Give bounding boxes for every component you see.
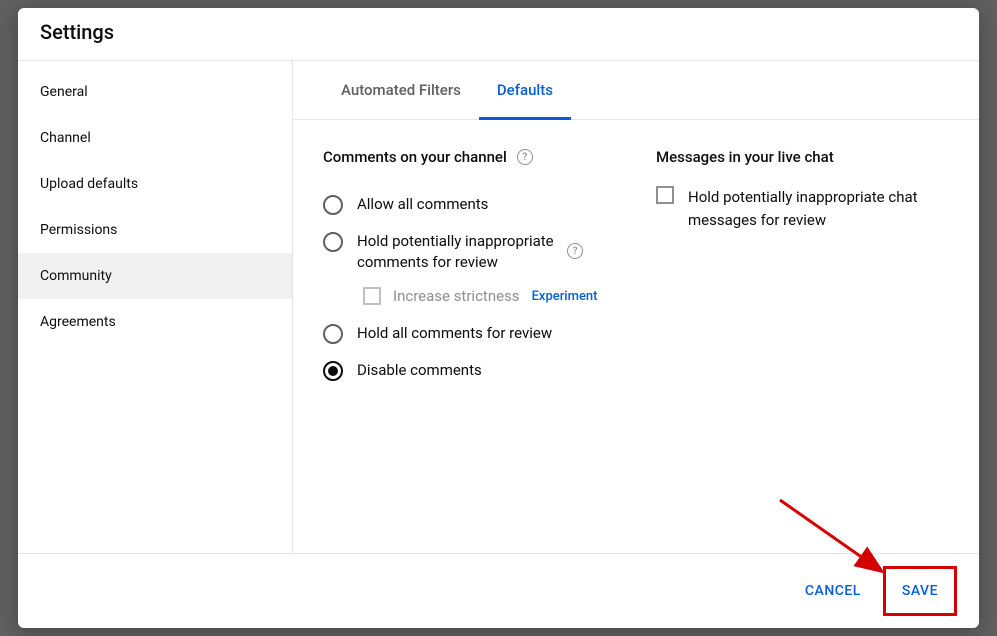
- save-button[interactable]: SAVE: [888, 574, 952, 608]
- sidebar-item-permissions[interactable]: Permissions: [18, 207, 292, 253]
- dialog-body: General Channel Upload defaults Permissi…: [18, 61, 979, 553]
- cancel-button[interactable]: CANCEL: [791, 566, 875, 616]
- livechat-column: Messages in your live chat Hold potentia…: [656, 148, 949, 525]
- checkbox-icon: [656, 186, 674, 204]
- tabs-bar: Automated Filters Defaults: [293, 61, 979, 120]
- radio-dot-icon: [328, 366, 338, 376]
- sidebar-item-upload-defaults[interactable]: Upload defaults: [18, 161, 292, 207]
- radio-icon: [323, 232, 343, 252]
- save-button-highlight: SAVE: [883, 566, 957, 616]
- dialog-header: Settings: [18, 8, 979, 61]
- comments-heading: Comments on your channel ?: [323, 148, 616, 166]
- settings-dialog: Settings General Channel Upload defaults…: [18, 8, 979, 628]
- dialog-footer: CANCEL SAVE: [18, 553, 979, 628]
- radio-hold-all[interactable]: Hold all comments for review: [323, 315, 616, 352]
- tab-defaults[interactable]: Defaults: [479, 61, 571, 120]
- checkbox-icon: [363, 287, 381, 305]
- radio-icon: [323, 195, 343, 215]
- settings-sidebar: General Channel Upload defaults Permissi…: [18, 61, 293, 553]
- radio-icon: [323, 361, 343, 381]
- livechat-heading: Messages in your live chat: [656, 148, 949, 166]
- checkbox-hold-chat-messages[interactable]: Hold potentially inappropriate chat mess…: [656, 186, 949, 231]
- defaults-panel: Comments on your channel ? Allow all com…: [293, 120, 979, 553]
- sidebar-item-community[interactable]: Community: [18, 253, 292, 299]
- help-icon[interactable]: ?: [567, 243, 583, 259]
- experiment-badge: Experiment: [532, 289, 598, 304]
- sidebar-item-channel[interactable]: Channel: [18, 115, 292, 161]
- sidebar-item-agreements[interactable]: Agreements: [18, 299, 292, 345]
- radio-allow-all[interactable]: Allow all comments: [323, 186, 616, 223]
- increase-strictness-option[interactable]: Increase strictness Experiment: [363, 281, 616, 315]
- radio-disable-comments[interactable]: Disable comments: [323, 352, 616, 389]
- help-icon[interactable]: ?: [517, 149, 533, 165]
- dialog-title: Settings: [40, 20, 957, 44]
- comments-column: Comments on your channel ? Allow all com…: [323, 148, 616, 525]
- radio-hold-inappropriate[interactable]: Hold potentially inappropriate comments …: [323, 223, 616, 281]
- radio-icon: [323, 324, 343, 344]
- tab-automated-filters[interactable]: Automated Filters: [323, 61, 479, 120]
- content-area: Automated Filters Defaults Comments on y…: [293, 61, 979, 553]
- sidebar-item-general[interactable]: General: [18, 69, 292, 115]
